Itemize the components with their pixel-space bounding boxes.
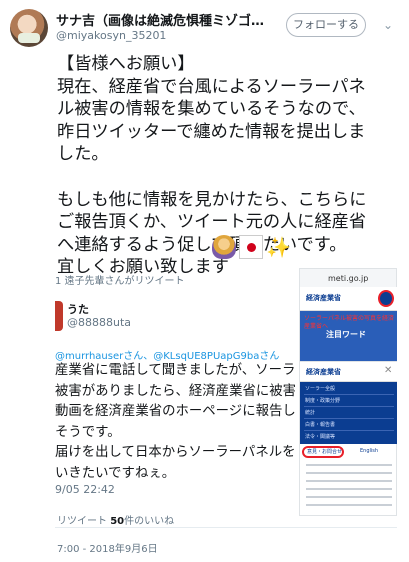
divider xyxy=(304,394,394,395)
page-text-lines xyxy=(306,464,392,512)
english-link: English xyxy=(360,448,379,454)
avatar[interactable] xyxy=(10,9,48,47)
display-name[interactable]: サナ吉（画像は絶滅危惧種ミゾゴイ... xyxy=(56,10,274,29)
site-header: 経済産業省 xyxy=(300,287,397,311)
divider xyxy=(304,418,394,419)
divider xyxy=(304,406,394,407)
tweet-timestamp[interactable]: 7:00 - 2018年9月6日 xyxy=(57,540,158,555)
phone-screenshot-1[interactable]: meti.go.jp 経済産業省 ソーラーパネル被害の写真を経済産業省へ 注目ワ… xyxy=(299,268,397,362)
url-text: meti.go.jp xyxy=(328,274,369,283)
divider xyxy=(304,430,394,431)
quote-body: 産業省に電話して聞きましたが、ソーラー 被害がありましたら、経済産業省に被害の … xyxy=(55,363,295,481)
quote-avatar[interactable] xyxy=(55,301,63,331)
menu-item: 制度・政策分野 xyxy=(305,398,341,404)
menu-item: 法令・閣議等 xyxy=(305,434,336,440)
menu-item: 白書・報告書 xyxy=(305,422,336,428)
close-icon: ✕ xyxy=(384,365,393,376)
emoji-row: ✨ xyxy=(212,234,291,260)
tweet-stats: リツイート 50件のいいね xyxy=(57,512,174,527)
quote-handle[interactable]: @88888uta xyxy=(67,316,131,329)
menu-item: 統計 xyxy=(305,410,316,416)
likes-label[interactable]: 件のいいね xyxy=(124,516,174,527)
user-handle[interactable]: @miyakosyn_35201 xyxy=(56,29,166,42)
quoted-tweet[interactable]: 1 遠子先輩さんがリツイート うた @88888uta @murrhauserさ… xyxy=(55,268,397,516)
site-header: 経済産業省 ✕ xyxy=(300,362,397,382)
site-logo: 経済産業省 xyxy=(306,368,341,376)
menu-item: ソーラー全般 xyxy=(305,386,336,392)
quote-time[interactable]: 9/05 22:42 xyxy=(55,483,115,496)
retweets-label[interactable]: リツイート xyxy=(57,516,107,527)
follow-button[interactable]: フォローする xyxy=(286,13,366,37)
quote-display-name[interactable]: うた xyxy=(67,301,89,317)
retweet-note: 1 遠子先輩さんがリツイート xyxy=(55,276,185,287)
likes-count[interactable]: 50 xyxy=(110,516,124,527)
reply-to-mentions[interactable]: @murrhauserさん、@KLsqUE8PUapG9baさん xyxy=(55,347,279,362)
chevron-down-icon[interactable]: ⌄ xyxy=(378,15,398,35)
japan-flag-emoji-icon xyxy=(239,235,263,259)
site-logo: 経済産業省 xyxy=(306,294,341,302)
phone-screenshot-2[interactable]: 経済産業省 ✕ ソーラー全般 制度・政策分野 統計 白書・報告書 法令・閣議等 … xyxy=(299,361,397,516)
woman-bowing-emoji-icon xyxy=(212,235,236,259)
tweet-header: サナ吉（画像は絶滅危惧種ミゾゴイ... @miyakosyn_35201 フォロ… xyxy=(0,0,409,52)
sparkles-emoji-icon: ✨ xyxy=(266,235,291,259)
divider xyxy=(55,527,397,528)
notice-heading: 注目ワード xyxy=(326,330,366,339)
hamburger-menu-icon xyxy=(378,290,394,307)
inquiry-link: 意見・お問合せ xyxy=(307,449,343,455)
site-menu: ソーラー全般 制度・政策分野 統計 白書・報告書 法令・閣議等 xyxy=(300,382,397,444)
